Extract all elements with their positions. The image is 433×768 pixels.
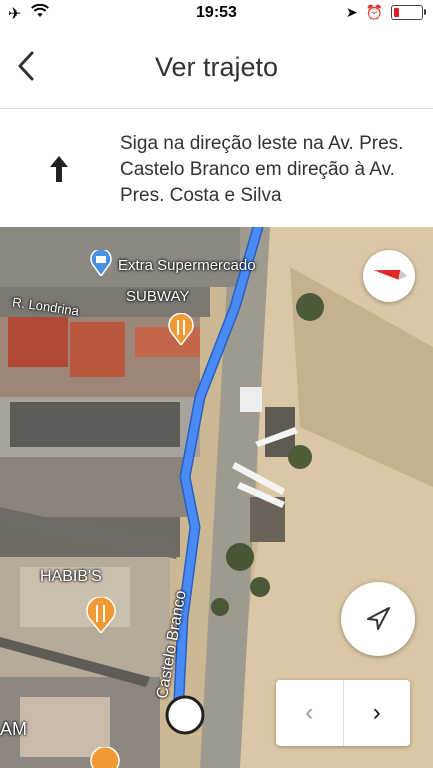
page-title: Ver trajeto [154,52,279,82]
battery-icon [391,5,426,20]
route-start-marker [165,695,205,735]
poi-label-subway: SUBWAY [126,288,190,305]
direction-step[interactable]: Siga na direção leste na Av. Pres. Caste… [0,109,433,227]
poi-label-habibs: HABIB'S [40,568,102,585]
location-arrow-icon: ➤ [345,4,358,20]
direction-text: Siga na direção leste na Av. Pres. Caste… [120,133,404,206]
poi-label-extra: Extra Supermercado [118,257,256,274]
next-step-button[interactable]: › [344,680,411,746]
status-bar: ✈ 19:53 ➤ ⏰ [0,0,433,28]
poi-pin-bottom[interactable] [90,747,120,768]
poi-pin-subway[interactable] [168,313,194,345]
poi-pin-habibs[interactable] [86,597,116,633]
status-right: ➤ ⏰ [345,4,426,21]
restaurant-icon [168,313,194,345]
step-navigation: ‹ › [276,680,410,746]
restaurant-icon [86,597,116,633]
compass-button[interactable] [363,250,415,302]
header: Ver trajeto [0,28,433,109]
navigation-arrow-icon [367,607,390,630]
compass-icon [373,269,408,280]
alarm-icon: ⏰ [365,4,383,20]
restaurant-icon [90,747,120,768]
arrow-up-icon [50,156,68,182]
my-location-button[interactable] [341,582,415,656]
poi-label-am: AM [0,719,27,739]
shopping-cart-icon [90,250,112,276]
previous-step-button[interactable]: ‹ [276,680,344,746]
poi-pin-extra[interactable] [90,250,112,276]
